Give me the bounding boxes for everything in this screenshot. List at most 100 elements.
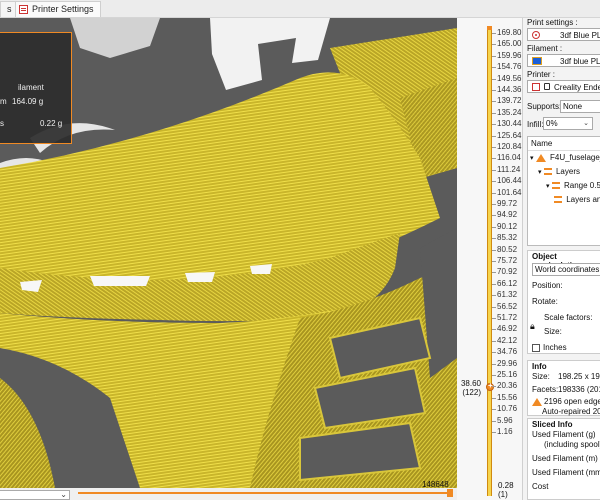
view-type-combo[interactable]: ⌄ [0,490,70,500]
slider-tick-label: 1.16 [497,427,513,436]
layers-item[interactable]: ▾ Layers [538,167,580,176]
print-settings-label: Print settings : [527,18,578,27]
object-manipulation-panel: Object manipulation World coordinates Po… [527,250,600,354]
slider-tick-label: 154.76 [497,62,522,72]
slider-tick-mark [492,181,496,183]
slider-tick-mark [492,78,496,80]
sliced-info-overlay: ilament m 164.09 g s 0.22 g [0,32,72,144]
object-list: Name ▾ F4U_fuselage_0. ▾ Layers ▾ Range … [527,136,600,246]
vertical-slider-top-thumb[interactable] [487,26,492,30]
slider-tick-mark [492,192,496,194]
slider-tick-mark [492,409,496,411]
slider-tick-mark [492,135,496,137]
slider-tick-label: 120.84 [497,142,522,151]
infill-label: Infill: [527,120,544,129]
print-settings-select[interactable]: 3df Blue PLA [527,28,600,41]
object-item[interactable]: ▾ F4U_fuselage_0. [530,153,600,162]
horizontal-layer-slider[interactable] [78,492,453,494]
slider-tick-label: 61.32 [497,290,518,300]
slider-tick-label: 99.72 [497,199,518,208]
slider-tick-mark [492,261,496,262]
slider-tick-label: 70.92 [497,267,518,277]
chevron-down-icon: ▾ [538,169,542,176]
slider-tick-label: 80.52 [497,244,518,254]
slider-tick-mark [492,226,496,228]
bottom-layer-number: (1) [498,490,508,499]
slider-tick-mark [492,101,496,103]
layers-icon [543,168,552,176]
filament-select[interactable]: 3df blue PLA [527,54,600,67]
slider-tick-mark [492,124,496,126]
slider-tick-mark [492,215,496,217]
slider-tick-mark [492,55,496,57]
slider-tick-mark [492,158,496,160]
range-item[interactable]: ▾ Range 0.50-1 [546,181,600,190]
slider-tick-label: 106.44 [497,176,522,186]
tab-printer-settings[interactable]: Printer Settings [15,1,101,17]
chevron-down-icon: ▾ [546,183,550,190]
slider-tick-label: 66.12 [497,278,518,288]
slider-tick-mark [492,112,496,114]
slider-tick-label: 139.72 [497,96,522,106]
tab-bar: s Printer Settings [0,0,600,18]
open-edges-warning: 2196 open edges [532,397,600,406]
slider-tick-label: 34.76 [497,347,518,357]
chevron-down-icon: ▾ [530,155,534,162]
slider-tick-label: 165.00 [497,39,522,49]
slider-tick-mark [492,295,496,297]
slider-tick-label: 85.32 [497,233,518,243]
slider-tick-mark [492,318,496,319]
lock-icon[interactable]: 🔒︎ [530,321,535,332]
3d-preview-viewport[interactable]: ilament m 164.09 g s 0.22 g [0,18,457,488]
slider-tick-mark [492,352,496,354]
layers-and-item[interactable]: Layers and [554,195,600,204]
settings-icon [554,196,562,204]
slider-tick-label: 42.12 [497,335,518,345]
slider-tick-label: 135.24 [497,107,522,117]
slider-tick-mark [492,238,496,240]
slider-tick-label: 20.36 [497,381,518,391]
filament-color-swatch [532,57,542,65]
slider-tick-mark [492,363,496,365]
slider-tick-label: 29.96 [497,358,518,368]
slider-tick-label: 149.56 [497,73,522,83]
slider-tick-mark [492,432,496,433]
range-icon [551,182,560,190]
supports-label: Supports: [527,102,562,111]
slider-tick-label: 56.52 [497,301,518,311]
sliced-info-panel: Sliced Info Used Filament (g) (including… [527,418,600,500]
slider-tick-label: 75.72 [497,256,518,265]
inches-checkbox[interactable]: Inches [532,343,567,352]
slider-tick-mark [492,420,496,422]
slider-tick-label: 51.72 [497,313,518,322]
warning-icon [532,397,542,406]
slider-tick-mark [492,340,496,342]
info-panel: Info Size: 198.25 x 197. Facets: 198336 … [527,360,600,416]
chevron-down-icon: ⌄ [583,120,589,127]
checkbox[interactable] [532,343,540,352]
right-sidebar: Print settings : 3df Blue PLA Filament :… [522,18,600,500]
print-settings-icon [532,31,540,39]
slider-tick-label: 116.04 [497,153,521,163]
slider-tick-label: 144.36 [497,85,522,94]
horizontal-slider-thumb[interactable] [447,489,453,497]
slider-tick-label: 90.12 [497,221,518,231]
slider-tick-mark [492,249,496,251]
slider-tick-mark [492,306,496,308]
slider-tick-mark [492,329,496,331]
supports-select[interactable]: None [560,100,600,113]
slider-tick-label: 94.92 [497,210,518,220]
infill-select[interactable]: 0% ⌄ [543,117,593,130]
current-layer-height: 38.60 [460,379,481,388]
printer-settings-icon [19,5,28,14]
slider-tick-label: 130.44 [497,119,522,129]
coordinates-select[interactable]: World coordinates [532,263,600,276]
slider-tick-mark [492,375,496,376]
slider-tick-label: 10.76 [497,404,518,414]
horizontal-slider-value: 148648 [422,480,449,489]
printer-select[interactable]: Creality Ende [527,80,600,93]
slider-tick-mark [492,44,496,46]
object-list-header: Name [528,137,600,151]
printer-label: Printer : [527,70,556,79]
printer-icon [532,83,540,91]
